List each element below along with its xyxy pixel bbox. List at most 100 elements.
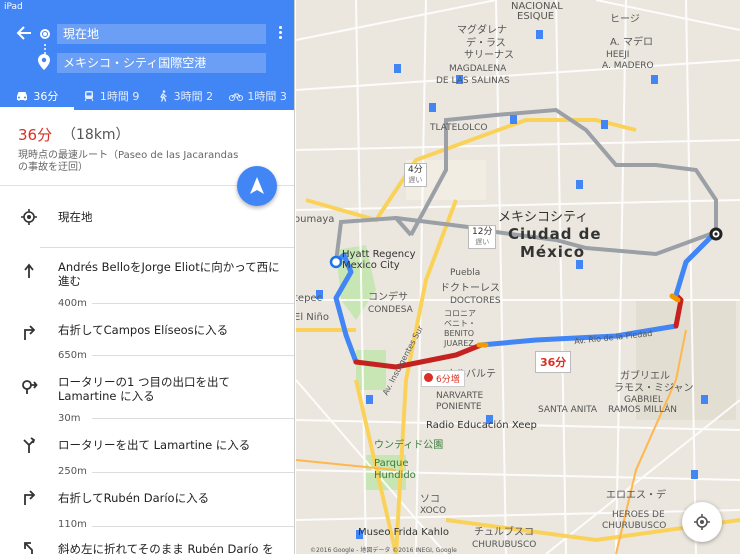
incident-badge[interactable]: 6分増 — [421, 370, 465, 387]
map-label: マグダレナ — [457, 25, 507, 36]
map-label: コンデサ — [368, 292, 408, 303]
step-text: Andrés BelloをJorge Eliotに向かって西に進む — [58, 260, 280, 288]
directions-panel: 現在地 メキシコ・シティ国際空港 36分 1時間 9 3時間 2 1時間 3 3… — [0, 0, 295, 554]
step-divider — [92, 303, 294, 304]
map-label: El Niño — [296, 312, 329, 323]
directions-header: 現在地 メキシコ・シティ国際空港 36分 1時間 9 3時間 2 1時間 3 — [0, 0, 294, 110]
step-item[interactable]: ロータリーを出て Lamartine に入る 250m — [0, 426, 294, 477]
turn-right-icon — [20, 323, 38, 341]
travel-mode-tabs: 36分 1時間 9 3時間 2 1時間 3 — [0, 82, 294, 110]
alt-route-bubble[interactable]: 12分 遅い — [468, 225, 497, 249]
route-note: 現時点の最速ルート（Paseo de las Jacarandas の事故を迂回… — [18, 150, 239, 173]
map-label: TLATELOLCO — [430, 123, 488, 133]
map-label: Museo Frida Kahlo — [358, 527, 449, 538]
map-label: DOCTORES — [450, 296, 501, 306]
map-label: RAMOS MILLÁN — [608, 405, 678, 415]
map-label: A. MADERO — [602, 61, 654, 71]
bike-icon — [229, 93, 244, 101]
step-divider — [92, 526, 294, 527]
map-label: MAGDALENA — [449, 64, 507, 74]
my-location-icon — [20, 208, 38, 226]
map-label: JUAREZ — [444, 339, 474, 348]
step-item[interactable]: 斜め左に折れてそのまま Rubén Darío を進 — [0, 530, 294, 554]
step-text: ロータリーを出て Lamartine に入る — [58, 438, 251, 452]
slight-left-icon — [20, 540, 38, 554]
tab-walking-label: 3時間 2 — [173, 90, 214, 103]
tab-driving[interactable]: 36分 — [0, 82, 74, 110]
step-distance: 110m — [58, 519, 87, 530]
step-divider — [92, 355, 294, 356]
map-label: A. マデロ — [610, 37, 654, 48]
my-location-button[interactable] — [682, 502, 722, 542]
map-label: チュルブスコ — [474, 527, 534, 538]
map-label: NARVARTE — [436, 391, 484, 401]
more-options-icon[interactable] — [276, 26, 284, 42]
map-label: oumaya — [296, 214, 335, 225]
roundabout-exit-icon — [20, 436, 38, 454]
route-time-bubble[interactable]: 36分 — [535, 351, 572, 373]
crosshair-icon — [694, 514, 710, 530]
map-label: CONDESA — [368, 305, 413, 315]
map-label: DE LAS SALINAS — [436, 76, 510, 86]
step-item[interactable]: ロータリーの1 つ目の出口を出て Lamartine に入る 30m — [0, 363, 294, 426]
map-label: HEEJI — [606, 50, 630, 60]
map-label: Puebla — [450, 268, 481, 278]
status-bar: iPad — [0, 0, 295, 16]
car-icon — [17, 92, 28, 101]
step-text: 右折してRubén Daríoに入る — [58, 491, 210, 505]
step-text: 斜め左に折れてそのまま Rubén Darío を進 — [58, 542, 274, 554]
map-label: エロエス・デ — [606, 490, 666, 501]
map-view[interactable]: NACIONAL ESIQUE マグダレナ デ・ラス サリーナス MAGDALE… — [296, 0, 740, 554]
step-text: 右折してCampos Elíseosに入る — [58, 323, 229, 337]
alt-route-sub: 遅い — [408, 176, 423, 184]
step-distance: 650m — [58, 350, 87, 361]
back-arrow-icon[interactable] — [16, 26, 36, 42]
tab-cycling-label: 1時間 3 — [247, 90, 287, 103]
step-divider — [92, 418, 294, 419]
origin-dot-icon — [40, 29, 50, 39]
map-label: México — [520, 243, 586, 261]
alt-route-bubble[interactable]: 4分 遅い — [404, 163, 427, 187]
step-item[interactable]: 右折してCampos Elíseosに入る 650m — [0, 313, 294, 363]
step-item[interactable]: Andrés BelloをJorge Eliotに向かって西に進む 400m — [0, 248, 294, 313]
map-label: Mexico City — [342, 260, 400, 271]
train-icon — [84, 91, 94, 102]
map-label: XOCO — [420, 506, 447, 516]
map-canvas — [296, 0, 740, 554]
tab-transit-label: 1時間 9 — [99, 90, 140, 103]
map-label: デ・ラス — [466, 38, 506, 49]
map-label: Hyatt Regency — [342, 249, 416, 260]
destination-pin-icon — [38, 54, 52, 70]
map-label: ガブリエル — [620, 371, 670, 382]
step-item[interactable]: 右折してRubén Daríoに入る 110m — [0, 476, 294, 530]
map-label: ESIQUE — [517, 11, 555, 22]
map-label: メキシコシティ — [498, 210, 589, 225]
step-text: 現在地 — [58, 210, 93, 224]
map-label: ウンディド公園 — [374, 440, 444, 451]
walk-icon — [159, 90, 167, 102]
map-label: SANTA ANITA — [538, 405, 598, 415]
roundabout-icon — [20, 377, 38, 395]
map-label: HEROES DE — [612, 510, 665, 520]
tab-cycling[interactable]: 1時間 3 — [221, 82, 294, 110]
tab-transit[interactable]: 1時間 9 — [74, 82, 148, 110]
step-divider — [92, 472, 294, 473]
straight-arrow-icon — [20, 262, 38, 280]
destination-input[interactable]: メキシコ・シティ国際空港 — [57, 53, 266, 73]
map-label: ラモス・ミジャン — [614, 383, 694, 394]
route-dots-icon — [44, 44, 46, 54]
device-label: iPad — [4, 2, 23, 12]
map-label: CHURUBUSCO — [472, 540, 537, 550]
start-navigation-button[interactable] — [237, 166, 277, 206]
tab-driving-label: 36分 — [33, 90, 59, 103]
route-time: 36分 — [18, 126, 53, 144]
alt-route-time: 12分 — [472, 227, 493, 237]
origin-input[interactable]: 現在地 — [57, 24, 266, 44]
step-distance: 30m — [58, 413, 81, 424]
tab-walking[interactable]: 3時間 2 — [148, 82, 222, 110]
route-distance: （18km） — [62, 127, 130, 143]
turn-right-icon — [20, 488, 38, 506]
step-distance: 400m — [58, 298, 87, 309]
step-text: ロータリーの1 つ目の出口を出て Lamartine に入る — [58, 375, 230, 403]
map-label: サリーナス — [464, 50, 514, 61]
